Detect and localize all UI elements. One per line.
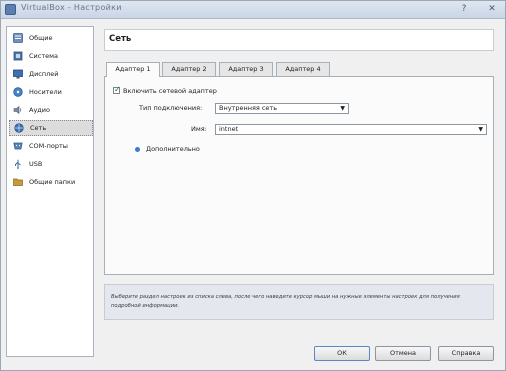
chevron-down-icon: ▼ [340, 105, 345, 112]
sidebar-item-shared-folders[interactable]: Общие папки [9, 174, 93, 190]
sidebar-item-label: USB [29, 160, 43, 168]
shared-folders-icon [13, 178, 23, 186]
tab-adapter-4[interactable]: Адаптер 4 [276, 62, 330, 76]
sidebar-item-label: Общие [29, 34, 53, 42]
display-icon [13, 69, 23, 79]
usb-icon [15, 159, 21, 169]
close-icon: ✕ [488, 4, 496, 14]
title-bar: VirtualBox - Настройки ? ✕ [1, 1, 505, 19]
network-name-value: intnet [219, 125, 239, 133]
section-header: Сеть [104, 29, 494, 51]
expand-arrow-icon [135, 146, 140, 152]
settings-window: VirtualBox - Настройки ? ✕ Общие Система… [0, 0, 506, 371]
window-title: VirtualBox - Настройки [21, 3, 122, 12]
tab-adapter-3[interactable]: Адаптер 3 [219, 62, 273, 76]
cancel-button[interactable]: Отмена [375, 346, 431, 361]
enable-adapter-label: Включить сетевой адаптер [123, 87, 217, 95]
enable-adapter-checkbox[interactable]: ✓ [113, 85, 121, 94]
ok-button[interactable]: ОК [314, 346, 370, 361]
sidebar-item-display[interactable]: Дисплей [9, 66, 93, 82]
close-button[interactable]: ✕ [485, 3, 499, 16]
settings-sidebar: Общие Система Дисплей Носители Аудио Сет… [6, 26, 94, 357]
advanced-label: Дополнительно [146, 145, 200, 153]
checkmark-icon: ✓ [114, 85, 121, 94]
sidebar-item-label: Носители [29, 88, 62, 96]
sidebar-item-label: Дисплей [29, 70, 59, 78]
storage-icon [13, 87, 23, 97]
sidebar-item-storage[interactable]: Носители [9, 84, 93, 100]
sidebar-item-label: Общие папки [29, 178, 76, 186]
info-text: Выберите раздел настроек из списка слева… [111, 294, 460, 309]
sidebar-item-system[interactable]: Система [9, 48, 93, 64]
sidebar-item-usb[interactable]: USB [9, 156, 93, 172]
sidebar-item-label: Система [29, 52, 59, 60]
help-button[interactable]: Справка [438, 346, 494, 361]
attachment-type-select[interactable]: Внутренняя сеть ▼ [215, 103, 349, 114]
attachment-type-value: Внутренняя сеть [219, 104, 278, 112]
sidebar-item-general[interactable]: Общие [9, 30, 93, 46]
sidebar-item-label: COM-порты [29, 142, 68, 150]
serial-port-icon [13, 142, 23, 150]
sidebar-item-label: Сеть [30, 124, 47, 132]
general-icon [13, 33, 23, 43]
adapter-panel: ✓ Включить сетевой адаптер Тип подключен… [104, 76, 494, 275]
network-name-combobox[interactable]: intnet ▼ [215, 124, 487, 135]
page-title: Сеть [109, 34, 132, 44]
network-icon [14, 123, 24, 133]
chevron-down-icon: ▼ [478, 126, 483, 133]
info-panel: Выберите раздел настроек из списка слева… [104, 284, 494, 320]
app-icon [5, 4, 16, 15]
tab-adapter-1[interactable]: Адаптер 1 [106, 62, 160, 77]
tab-adapter-2[interactable]: Адаптер 2 [162, 62, 216, 76]
system-icon [13, 51, 23, 61]
sidebar-item-com-ports[interactable]: COM-порты [9, 138, 93, 154]
question-mark-icon: ? [461, 4, 467, 14]
sidebar-item-audio[interactable]: Аудио [9, 102, 93, 118]
help-title-button[interactable]: ? [457, 3, 471, 16]
audio-icon [13, 105, 22, 115]
attachment-type-label: Тип подключения: [139, 104, 203, 112]
network-name-label: Имя: [191, 125, 207, 133]
advanced-expander[interactable]: Дополнительно [135, 145, 200, 153]
sidebar-item-label: Аудио [29, 106, 50, 114]
sidebar-item-network[interactable]: Сеть [9, 120, 93, 136]
